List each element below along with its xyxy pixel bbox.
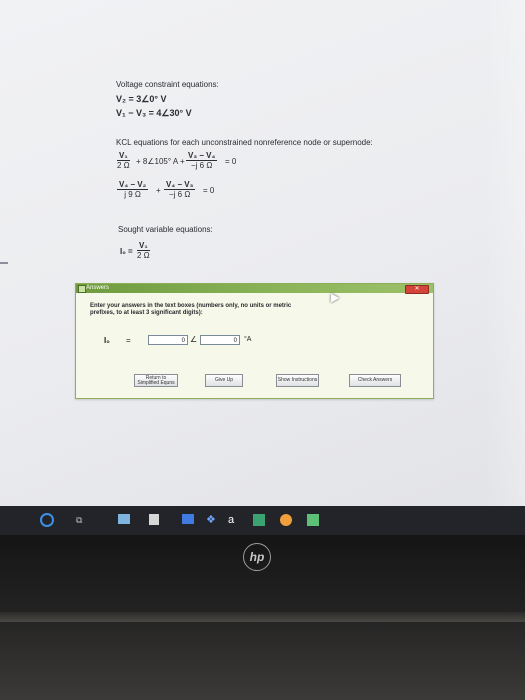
- magnitude-input[interactable]: 0: [148, 335, 188, 345]
- dialog-title: Answers: [86, 285, 110, 291]
- kcl1-fraction-2: V₃ − V₄ −j 6 Ω: [186, 151, 218, 170]
- kcl2-rhs: = 0: [203, 186, 215, 195]
- start-icon[interactable]: [40, 513, 54, 527]
- dialog-instructions: Enter your answers in the text boxes (nu…: [90, 303, 292, 316]
- amazon-icon[interactable]: a: [228, 514, 234, 527]
- dropbox-icon[interactable]: ❖: [206, 514, 216, 527]
- answer-label: I₀: [104, 336, 110, 345]
- store-icon[interactable]: [149, 514, 159, 525]
- close-button[interactable]: ✕: [405, 285, 429, 294]
- taskbar: ⧉ ❖ a: [0, 506, 525, 535]
- sought-denominator: 2 Ω: [137, 251, 150, 260]
- window-icon: [78, 285, 86, 293]
- kcl2-fraction-1: V₄ − V₂ j 9 Ω: [117, 180, 149, 199]
- screen-edge-mark: [0, 262, 8, 264]
- kcl2-frac1-numerator: V₄ − V₂: [117, 180, 149, 190]
- paint-icon[interactable]: [280, 514, 292, 526]
- sought-heading: Sought variable equations:: [118, 225, 213, 234]
- kcl2-frac1-denominator: j 9 Ω: [124, 190, 141, 199]
- sought-numerator: V₁: [137, 241, 150, 251]
- mail-icon[interactable]: [182, 514, 194, 524]
- answers-dialog: Answers ✕ Enter your answers in the text…: [75, 283, 434, 399]
- laptop-hinge: [0, 612, 525, 622]
- dialog-title-bar[interactable]: Answers ✕: [76, 284, 433, 294]
- laptop-screen: Voltage constraint equations: V₂ = 3∠0° …: [0, 0, 525, 506]
- show-instructions-button[interactable]: Show Instructions: [276, 374, 319, 387]
- kcl1-frac1-numerator: V₁: [117, 151, 130, 161]
- angle-symbol: ∠: [190, 335, 198, 344]
- kcl2-frac2-numerator: V₄ − V₃: [164, 180, 196, 190]
- kcl1-fraction-1: V₁ 2 Ω: [117, 151, 130, 170]
- kcl1-middle: + 8∠105° A +: [136, 157, 185, 166]
- return-to-simplified-button[interactable]: Return to Simplified Equns: [134, 374, 178, 387]
- give-up-button[interactable]: Give Up: [205, 374, 243, 387]
- answer-equals: =: [126, 336, 131, 345]
- kcl2-middle: +: [156, 186, 161, 195]
- constraint-equation-2: V₁ − V₃ = 4∠30° V: [116, 108, 192, 118]
- kcl-heading: KCL equations for each unconstrained non…: [116, 138, 373, 147]
- check-answers-button[interactable]: Check Answers: [349, 374, 401, 387]
- kcl2-frac2-denominator: −j 6 Ω: [168, 190, 191, 199]
- hp-logo: hp: [243, 543, 271, 571]
- kcl1-frac2-denominator: −j 6 Ω: [190, 161, 213, 170]
- task-view-icon[interactable]: ⧉: [76, 514, 82, 527]
- kcl2-fraction-2: V₄ − V₃ −j 6 Ω: [164, 180, 196, 199]
- app-icon[interactable]: [307, 514, 319, 526]
- angle-input[interactable]: 0: [200, 335, 240, 345]
- constraint-equation-1: V₂ = 3∠0° V: [116, 94, 167, 104]
- angle-unit: °A: [244, 336, 252, 343]
- sought-fraction: V₁ 2 Ω: [137, 241, 150, 260]
- photos-icon[interactable]: [253, 514, 265, 526]
- file-explorer-icon[interactable]: [118, 514, 130, 524]
- kcl1-frac2-numerator: V₃ − V₄: [186, 151, 218, 161]
- sought-lhs: I₀ =: [120, 247, 133, 256]
- screen-glare: [485, 0, 525, 506]
- kcl1-rhs: = 0: [225, 157, 237, 166]
- kcl1-frac1-denominator: 2 Ω: [117, 161, 130, 170]
- voltage-constraint-heading: Voltage constraint equations:: [116, 80, 219, 89]
